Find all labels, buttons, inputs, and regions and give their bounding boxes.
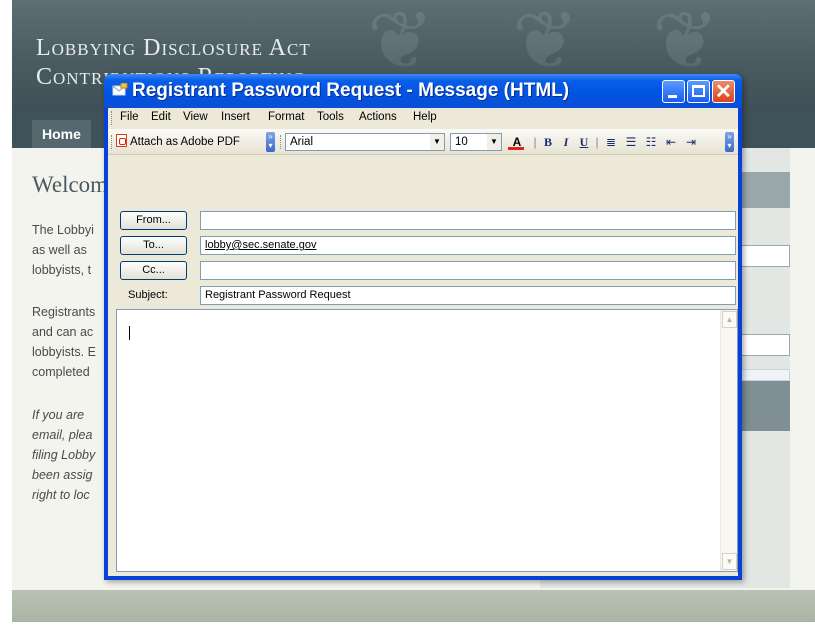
font-name-value: Arial bbox=[290, 136, 314, 148]
message-window: Registrant Password Request - Message (H… bbox=[104, 74, 742, 580]
minimize-button[interactable] bbox=[662, 80, 685, 103]
body-text-line: and can ac bbox=[32, 325, 94, 339]
subject-label: Subject: bbox=[128, 289, 168, 301]
increase-indent-icon[interactable]: ⇥ bbox=[683, 133, 699, 151]
font-color-swatch bbox=[508, 147, 524, 150]
decrease-indent-icon[interactable]: ⇤ bbox=[663, 133, 679, 151]
scroll-up-arrow-icon[interactable]: ▲ bbox=[722, 311, 737, 328]
body-text-line: lobbyists, t bbox=[32, 263, 92, 277]
screen: ❦ ❦ ❦ Lobbying Disclosure Act Contributi… bbox=[0, 0, 815, 625]
menu-format[interactable]: Format bbox=[268, 111, 304, 123]
body-text-line: If you are bbox=[32, 408, 85, 422]
minimize-icon bbox=[668, 95, 677, 98]
text-caret bbox=[129, 326, 130, 340]
font-name-select[interactable]: Arial ▼ bbox=[285, 133, 445, 151]
font-size-value: 10 bbox=[455, 136, 468, 148]
scroll-down-arrow-icon[interactable]: ▼ bbox=[722, 553, 737, 570]
message-body-editor[interactable]: ▲ ▼ bbox=[116, 309, 738, 572]
cc-field[interactable] bbox=[200, 261, 736, 280]
toolbar-grip[interactable] bbox=[111, 111, 114, 125]
formatting-toolbar: Attach as Adobe PDF » ▾ Arial ▼ 10 ▼ A | … bbox=[108, 129, 738, 155]
toolbar-separator: | bbox=[595, 135, 599, 149]
toolbar-grip[interactable] bbox=[111, 135, 114, 149]
menu-file[interactable]: File bbox=[120, 111, 139, 123]
vertical-scrollbar[interactable]: ▲ ▼ bbox=[720, 310, 737, 571]
close-button[interactable]: ✕ bbox=[712, 80, 735, 103]
dropdown-arrow-icon[interactable]: ▼ bbox=[430, 134, 444, 150]
dropdown-arrow-icon[interactable]: ▼ bbox=[487, 134, 501, 150]
menu-insert[interactable]: Insert bbox=[221, 111, 250, 123]
attach-as-pdf-button[interactable]: Attach as Adobe PDF bbox=[116, 134, 240, 148]
menu-tools[interactable]: Tools bbox=[317, 111, 344, 123]
menu-actions[interactable]: Actions bbox=[359, 111, 397, 123]
font-size-select[interactable]: 10 ▼ bbox=[450, 133, 502, 151]
maximize-icon bbox=[692, 85, 705, 97]
toolbar-grip[interactable] bbox=[280, 135, 283, 149]
menu-edit[interactable]: Edit bbox=[151, 111, 171, 123]
align-left-icon[interactable]: ≣ bbox=[603, 133, 619, 151]
adobe-pdf-icon bbox=[116, 134, 127, 147]
body-text-line: as well as bbox=[32, 243, 87, 257]
menu-help[interactable]: Help bbox=[413, 111, 437, 123]
welcome-heading: Welcom bbox=[32, 172, 109, 197]
nav-home-link[interactable]: Home bbox=[32, 120, 91, 148]
subject-field[interactable]: Registrant Password Request bbox=[200, 286, 736, 305]
body-text-line: email, plea bbox=[32, 428, 93, 442]
toolbar-overflow-chevron-icon[interactable]: » ▾ bbox=[725, 132, 734, 152]
window-title: Registrant Password Request - Message (H… bbox=[132, 80, 570, 101]
body-text-line: Registrants bbox=[32, 305, 96, 319]
numbering-icon[interactable]: ☷ bbox=[643, 133, 659, 151]
menu-view[interactable]: View bbox=[183, 111, 208, 123]
bold-button[interactable]: B bbox=[541, 133, 555, 151]
body-text-line: The Lobbyi bbox=[32, 223, 94, 237]
menu-bar: File Edit View Insert Format Tools Actio… bbox=[108, 108, 738, 128]
site-footer bbox=[12, 590, 815, 622]
window-client: File Edit View Insert Format Tools Actio… bbox=[108, 108, 738, 576]
maximize-button[interactable] bbox=[687, 80, 710, 103]
message-header: From... To... lobby@sec.senate.gov Cc...… bbox=[108, 156, 738, 309]
to-button[interactable]: To... bbox=[120, 236, 187, 255]
bullets-icon[interactable]: ☰ bbox=[623, 133, 639, 151]
envelope-icon bbox=[112, 83, 128, 96]
body-text-line: lobbyists. E bbox=[32, 345, 96, 359]
body-text-line: filing Lobby bbox=[32, 448, 96, 462]
from-button[interactable]: From... bbox=[120, 211, 187, 230]
toolbar-separator: | bbox=[533, 135, 537, 149]
font-color-button[interactable]: A bbox=[508, 133, 526, 151]
body-text-line: right to loc bbox=[32, 488, 90, 502]
attach-as-pdf-label: Attach as Adobe PDF bbox=[130, 136, 240, 148]
to-field[interactable]: lobby@sec.senate.gov bbox=[200, 236, 736, 255]
close-icon: ✕ bbox=[715, 81, 732, 103]
body-text-line: been assig bbox=[32, 468, 93, 482]
underline-button[interactable]: U bbox=[577, 133, 591, 151]
title-bar[interactable]: Registrant Password Request - Message (H… bbox=[104, 74, 742, 108]
toolbar-overflow-chevron-icon[interactable]: » ▾ bbox=[266, 132, 275, 152]
body-text-line: completed bbox=[32, 365, 90, 379]
cc-button[interactable]: Cc... bbox=[120, 261, 187, 280]
from-field[interactable] bbox=[200, 211, 736, 230]
italic-button[interactable]: I bbox=[559, 133, 573, 151]
